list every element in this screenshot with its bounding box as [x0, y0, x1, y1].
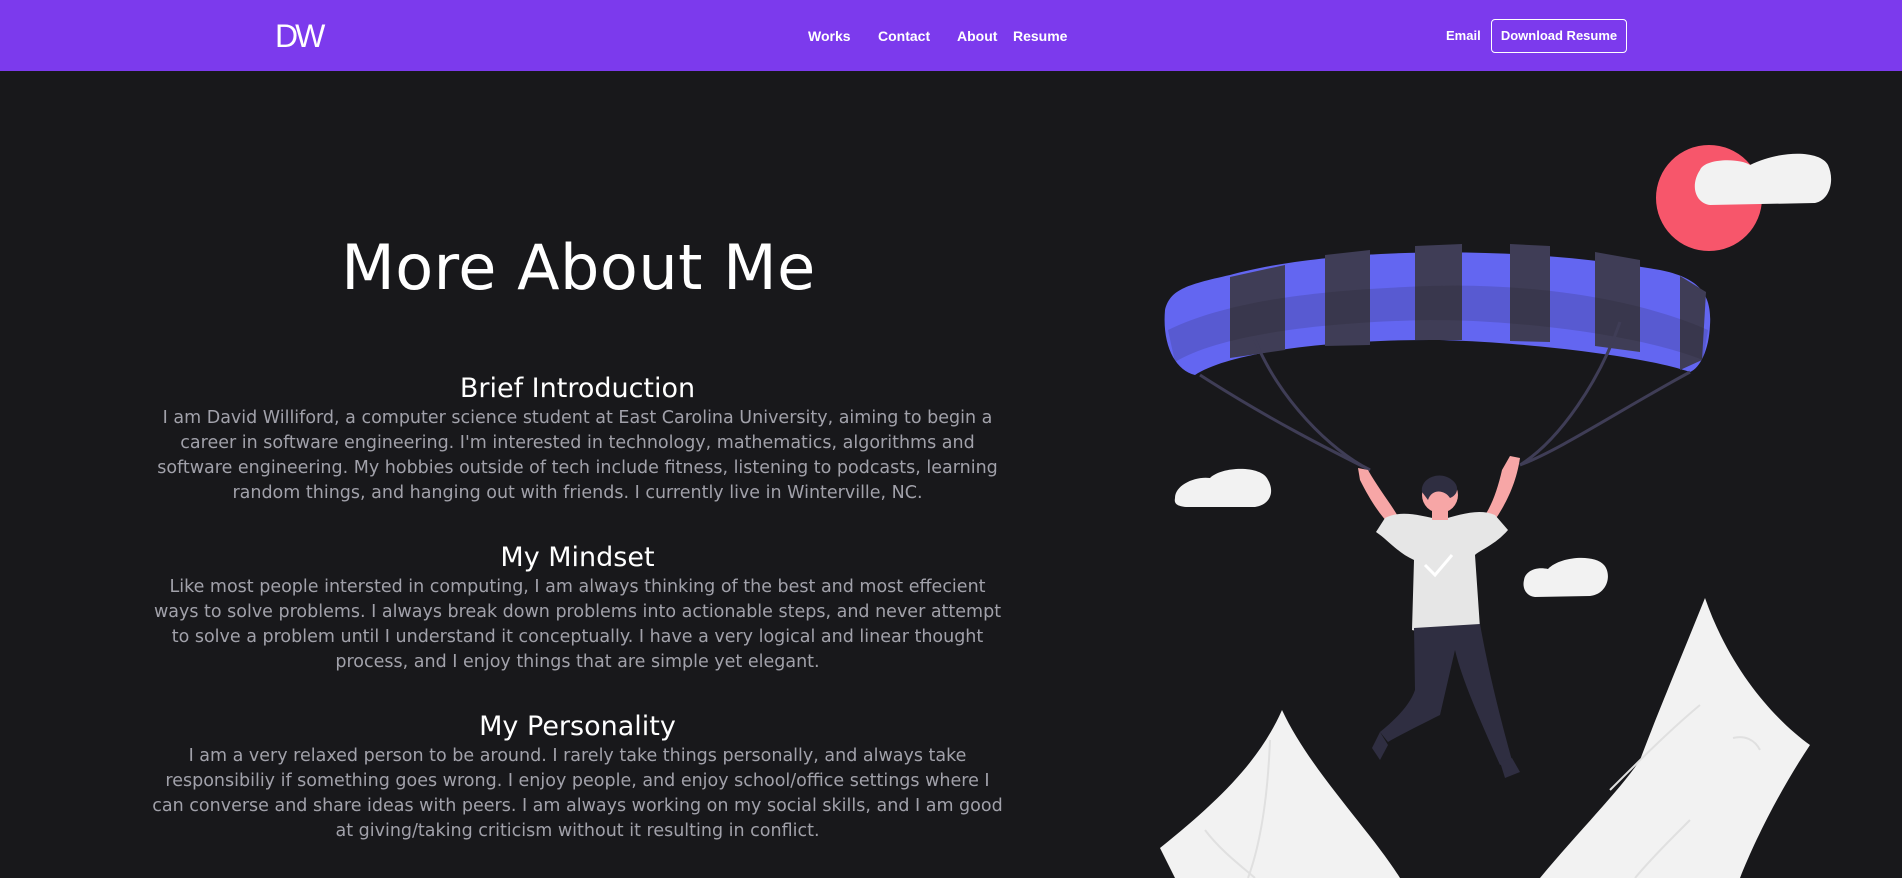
body-line: ways to solve problems. I always break d… — [153, 602, 1002, 622]
nav-link-about[interactable]: About — [957, 27, 997, 45]
body-line: to solve a problem until I understand it… — [171, 627, 984, 647]
body-line: responsibiliy if something goes wrong. I… — [165, 771, 990, 791]
section-heading: My Personality — [479, 711, 676, 742]
body-line: can converse and share ideas with peers.… — [152, 796, 1003, 816]
cloud-icon — [1523, 557, 1608, 597]
mountains — [1160, 598, 1810, 878]
logo[interactable]: DW — [275, 16, 325, 56]
cloud-icon — [1694, 153, 1832, 205]
nav-link-resume[interactable]: Resume — [1013, 27, 1067, 45]
body-line: random things, and hanging out with frie… — [232, 483, 923, 503]
nav-link-works[interactable]: Works — [808, 27, 851, 45]
navbar: DW Works Contact About Resume Email Down… — [0, 0, 1902, 71]
section-heading: My Mindset — [500, 542, 655, 573]
page-title: More About Me — [341, 231, 816, 304]
section-body: I am David Williford, a computer science… — [140, 406, 1015, 506]
body-line: process, and I enjoy things that are sim… — [335, 652, 820, 672]
section-my-mindset: My Mindset Like most people intersted in… — [140, 541, 1015, 675]
body-line: career in software engineering. I'm inte… — [180, 433, 975, 453]
section-my-personality: My Personality I am a very relaxed perso… — [140, 710, 1015, 844]
parachute-canopy — [1164, 244, 1711, 375]
section-body: I am a very relaxed person to be around.… — [140, 744, 1015, 844]
section-heading: Brief Introduction — [459, 373, 696, 404]
paraglider-illustration — [1160, 145, 1832, 878]
body-line: at giving/taking criticism without it re… — [335, 821, 820, 841]
body-line: I am David Williford, a computer science… — [162, 408, 993, 428]
body-line: I am a very relaxed person to be around.… — [188, 746, 967, 766]
section-body: Like most people intersted in computing,… — [140, 575, 1015, 675]
cloud-icon — [1174, 468, 1272, 507]
person-figure — [1358, 456, 1520, 778]
email-link[interactable]: Email — [1446, 27, 1481, 45]
body-line: Like most people intersted in computing,… — [169, 577, 986, 597]
download-resume-button[interactable]: Download Resume — [1491, 19, 1627, 53]
section-brief-introduction: Brief Introduction I am David Williford,… — [140, 372, 1015, 506]
body-line: software engineering. My hobbies outside… — [157, 458, 998, 478]
nav-link-contact[interactable]: Contact — [878, 27, 930, 45]
